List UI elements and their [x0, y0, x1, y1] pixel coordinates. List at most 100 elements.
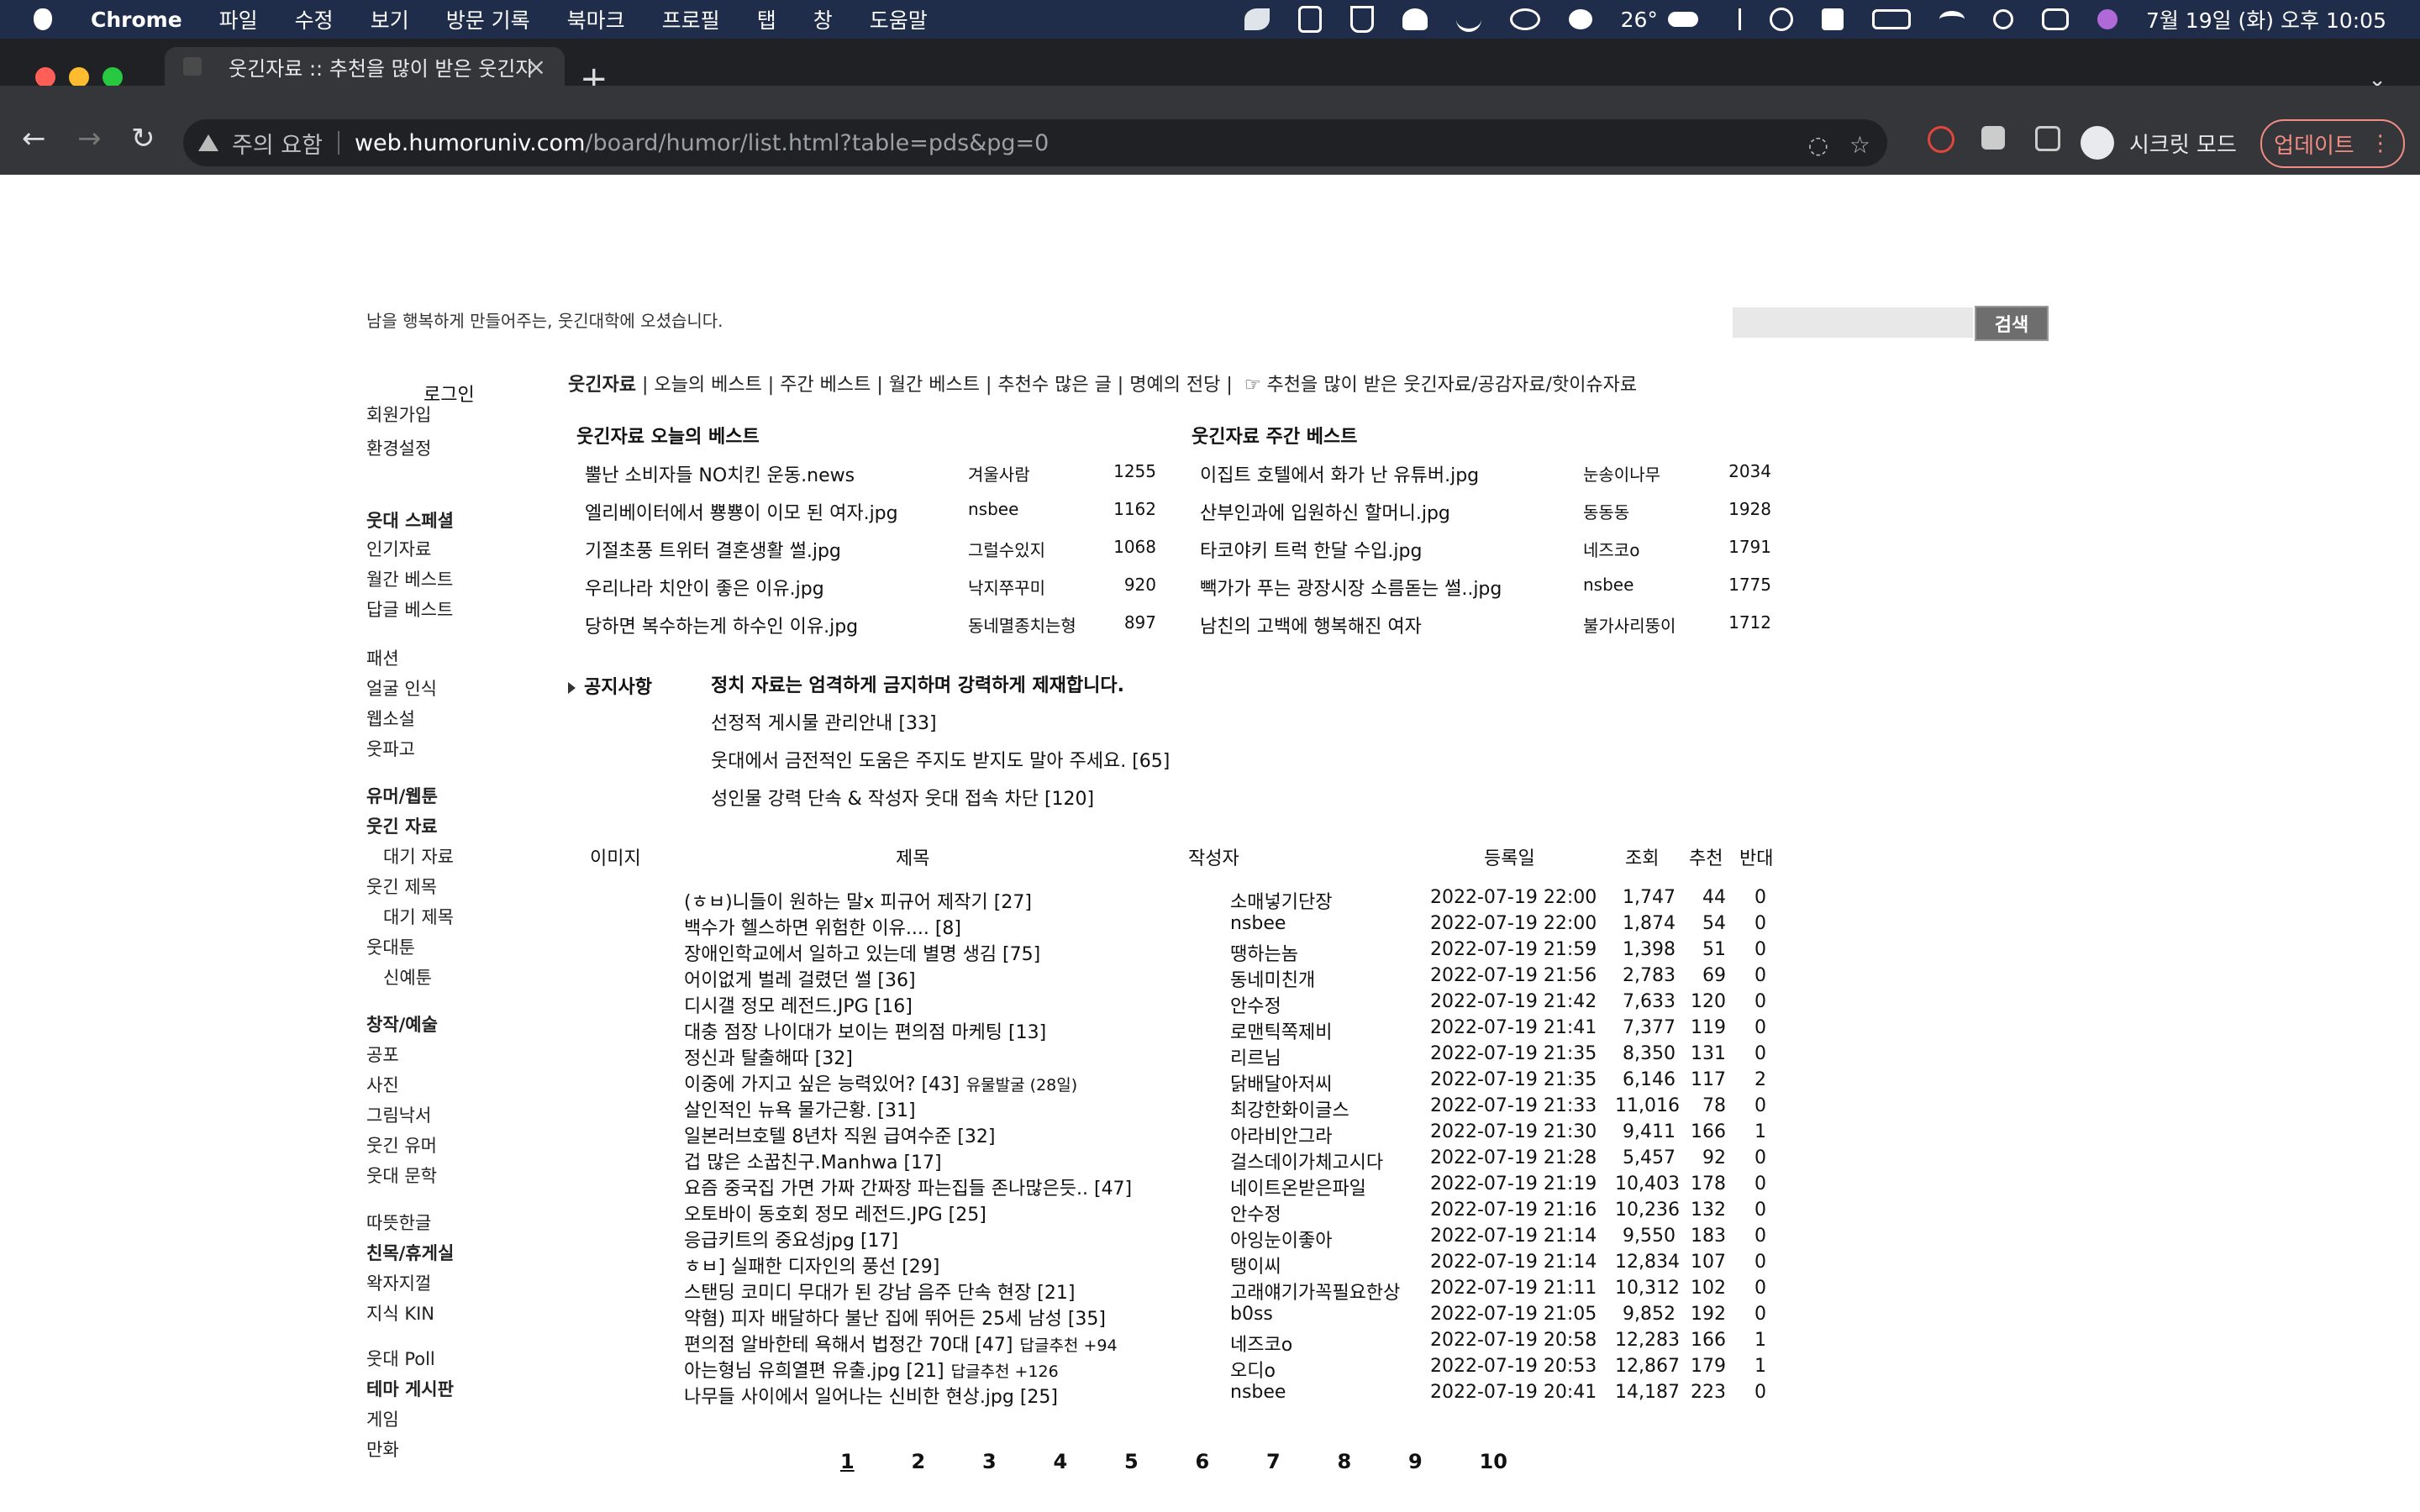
- table-row[interactable]: 겁 많은 소꿉친구.Manhwa [17] 걸스데이가체고시다 2022-07-19…: [0, 1147, 2420, 1173]
- table-row[interactable]: 살인적인 뉴욕 물가근황. [31] 최강한화이글스 2022-07-19 21:3…: [0, 1095, 2420, 1121]
- sidebar-item[interactable]: 웃대 스페셜: [366, 507, 454, 533]
- notice-item[interactable]: 웃대에서 금전적인 도움은 주지도 받지도 말아 주세요. [65]: [711, 746, 1170, 773]
- table-row[interactable]: 나무들 사이에서 일어나는 신비한 현상.jpg [25] nsbee 2022-0…: [0, 1382, 2420, 1408]
- post-author[interactable]: 로맨틱쪽제비: [1230, 1017, 1332, 1044]
- post-title[interactable]: 오토바이 동호회 정모 레전드.JPG [25]: [684, 1200, 986, 1226]
- browser-tab-active[interactable]: 웃긴자료 :: 추천을 많이 받은 웃긴자료 ×: [165, 47, 565, 86]
- post-title[interactable]: 편의점 알바한테 욕해서 법정간 70대 [47] 답글추천 +94: [684, 1330, 1118, 1357]
- input-source-icon[interactable]: [1821, 8, 1844, 30]
- table-row[interactable]: 스탠딩 코미디 무대가 된 강남 음주 단속 현장 [21] 고래얘기가꼭필요한상…: [0, 1278, 2420, 1304]
- best-author[interactable]: 눈송이나무: [1583, 461, 1660, 486]
- shield-icon[interactable]: [1297, 6, 1322, 33]
- post-author[interactable]: 소매넣기단장: [1230, 887, 1332, 914]
- menu-edit[interactable]: 수정: [295, 4, 334, 34]
- table-row[interactable]: ㅎㅂ] 실패한 디자인의 풍선 [29] 탱이씨 2022-07-19 21:14 1…: [0, 1252, 2420, 1278]
- page-link[interactable]: 4: [1054, 1450, 1068, 1473]
- warning-icon[interactable]: [198, 134, 218, 151]
- post-author[interactable]: 닭배달아저씨: [1230, 1069, 1332, 1096]
- post-author[interactable]: 네즈코o: [1230, 1330, 1292, 1357]
- hat-icon[interactable]: [1402, 8, 1428, 30]
- post-title[interactable]: 살인적인 뉴욕 물가근황. [31]: [684, 1095, 916, 1122]
- battery-icon[interactable]: [1871, 9, 1911, 29]
- page-link[interactable]: 8: [1338, 1450, 1352, 1473]
- post-title[interactable]: ㅎㅂ] 실패한 디자인의 풍선 [29]: [684, 1252, 939, 1278]
- menu-view[interactable]: 보기: [371, 4, 409, 34]
- sidebar-item[interactable]: 대기 자료: [383, 843, 454, 869]
- menu-profile[interactable]: 프로필: [662, 4, 720, 34]
- post-title[interactable]: 나무들 사이에서 일어나는 신비한 현상.jpg [25]: [684, 1382, 1058, 1409]
- update-button[interactable]: 업데이트 ⋮: [2260, 119, 2405, 168]
- best-title-link[interactable]: 기절초풍 트위터 결혼생활 썰.jpg: [585, 536, 841, 563]
- post-author[interactable]: b0ss: [1230, 1304, 1273, 1325]
- table-row[interactable]: 대충 점장 나이대가 보이는 편의점 마케팅 [13] 로맨틱쪽제비 2022-07…: [0, 1017, 2420, 1043]
- table-row[interactable]: 디시갤 정모 레전드.JPG [16] 안수정 2022-07-19 21:42 7,…: [0, 991, 2420, 1017]
- incognito-indicator[interactable]: 시크릿 모드: [2081, 119, 2237, 166]
- glasses-icon[interactable]: [1455, 7, 1481, 32]
- best-author[interactable]: 동동동: [1583, 499, 1629, 523]
- post-title-text[interactable]: 일본러브호텔 8년차 직원 급여수준 [32]: [684, 1126, 996, 1147]
- url-path[interactable]: /board/humor/list.html?table=pds&pg=0: [585, 130, 1049, 156]
- post-title-text[interactable]: 오토바이 동호회 정모 레전드.JPG [25]: [684, 1205, 986, 1226]
- notice-item[interactable]: 정치 자료는 엄격하게 금지하며 강력하게 제재합니다.: [711, 670, 1124, 697]
- blocked-extension-icon[interactable]: [1928, 126, 1954, 153]
- post-author[interactable]: 오디o: [1230, 1356, 1276, 1383]
- bookmark-star-icon[interactable]: ☆: [1849, 131, 1870, 159]
- menu-app-name[interactable]: Chrome: [91, 8, 182, 32]
- site-search-input[interactable]: [1733, 307, 1973, 338]
- eye-off-icon[interactable]: ◌: [1808, 131, 1828, 159]
- menu-window[interactable]: 창: [813, 4, 833, 34]
- best-title-link[interactable]: 당하면 복수하는게 하수인 이유.jpg: [585, 612, 858, 638]
- best-title-link[interactable]: 남친의 고백에 행복해진 여자: [1200, 612, 1422, 638]
- best-title-link[interactable]: 엘리베이터에서 뿅뿅이 이모 된 여자.jpg: [585, 498, 898, 525]
- post-title-text[interactable]: 디시갤 정모 레전드.JPG [16]: [684, 996, 913, 1017]
- post-title-text[interactable]: 정신과 탈출해따 [32]: [684, 1048, 853, 1069]
- best-author[interactable]: 겨울사람: [968, 461, 1030, 486]
- reload-icon[interactable]: ↻: [131, 124, 155, 153]
- best-title-link[interactable]: 뿔난 소비자들 NO치킨 운동.news: [585, 460, 855, 487]
- zoom-window-button[interactable]: [103, 67, 123, 87]
- menu-help[interactable]: 도움말: [870, 4, 928, 34]
- page-link[interactable]: 3: [982, 1450, 997, 1473]
- table-row[interactable]: 오토바이 동호회 정모 레전드.JPG [25] 안수정 2022-07-19 21…: [0, 1200, 2420, 1226]
- post-title[interactable]: 응급키트의 중요성jpg [17]: [684, 1226, 898, 1252]
- post-author[interactable]: 땡하는놈: [1230, 939, 1298, 966]
- side-panel-icon[interactable]: [2035, 126, 2060, 151]
- sidebar-item[interactable]: 웹소설: [366, 706, 415, 731]
- post-title-text[interactable]: 겁 많은 소꿉친구.Manhwa [17]: [684, 1152, 942, 1173]
- table-row[interactable]: 요즘 중국집 가면 가짜 간짜장 파는집들 존나많은듯.. [47] 네이트온받은…: [0, 1173, 2420, 1200]
- chrome-menu-icon[interactable]: ⋮: [2370, 131, 2391, 156]
- post-title[interactable]: 백수가 헬스하면 위험한 이유.... [8]: [684, 913, 961, 940]
- nav-current-board[interactable]: 웃긴자료: [568, 375, 636, 396]
- post-title-text[interactable]: 스탠딩 코미디 무대가 된 강남 음주 단속 현장 [21]: [684, 1283, 1075, 1304]
- cup-icon[interactable]: [1509, 8, 1540, 30]
- bluetooth-icon[interactable]: [1727, 8, 1741, 30]
- post-author[interactable]: 안수정: [1230, 991, 1281, 1018]
- sidebar-item[interactable]: 환경설정: [366, 435, 431, 460]
- table-row[interactable]: 편의점 알바한테 욕해서 법정간 70대 [47] 답글추천 +94 네즈코o 202…: [0, 1330, 2420, 1356]
- post-title-text[interactable]: 백수가 헬스하면 위험한 이유.... [8]: [684, 918, 961, 939]
- sidebar-item[interactable]: 인기자료: [366, 536, 431, 561]
- best-title-link[interactable]: 이집트 호텔에서 화가 난 유튜버.jpg: [1200, 460, 1479, 487]
- best-author[interactable]: 동네멸종치는형: [968, 612, 1076, 637]
- menubar-clock[interactable]: 7월 19일 (화) 오후 10:05: [2146, 4, 2386, 34]
- post-title[interactable]: (ㅎㅂ)니들이 원하는 말x 피규어 제작기 [27]: [684, 887, 1032, 914]
- page-link[interactable]: 2: [912, 1450, 926, 1473]
- post-title[interactable]: 장애인학교에서 일하고 있는데 별명 생김 [75]: [684, 939, 1040, 966]
- best-author[interactable]: 네즈코o: [1583, 537, 1639, 561]
- siri-icon[interactable]: [2096, 9, 2118, 29]
- apple-icon[interactable]: [34, 8, 52, 30]
- page-link[interactable]: 6: [1196, 1450, 1210, 1473]
- table-row[interactable]: 응급키트의 중요성jpg [17] 아잉눈이좋아 2022-07-19 21:14 9…: [0, 1226, 2420, 1252]
- play-icon[interactable]: [1769, 8, 1793, 31]
- table-row[interactable]: 일본러브호텔 8년차 직원 급여수준 [32] 아라비안그라 2022-07-19 …: [0, 1121, 2420, 1147]
- post-title[interactable]: 요즘 중국집 가면 가짜 간짜장 파는집들 존나많은듯.. [47]: [684, 1173, 1132, 1200]
- sidebar-item[interactable]: 얼굴 인식: [366, 675, 437, 701]
- post-title-text[interactable]: 대충 점장 나이대가 보이는 편의점 마케팅 [13]: [684, 1022, 1046, 1043]
- extensions-puzzle-icon[interactable]: [1981, 126, 2005, 150]
- best-author[interactable]: nsbee: [968, 499, 1018, 519]
- post-title-text[interactable]: 아는형님 유희열편 유출.jpg [21]: [684, 1361, 944, 1382]
- best-author[interactable]: nsbee: [1583, 575, 1634, 595]
- post-title[interactable]: 정신과 탈출해따 [32]: [684, 1043, 853, 1070]
- post-author[interactable]: 고래얘기가꼭필요한상: [1230, 1278, 1400, 1305]
- weather-temp[interactable]: 26°: [1621, 8, 1658, 32]
